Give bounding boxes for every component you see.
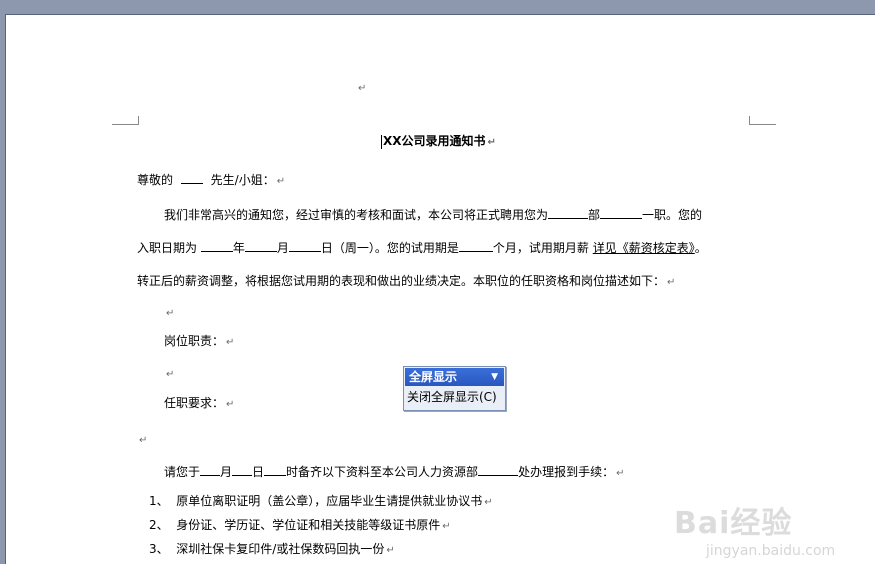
fullscreen-toolbar-title[interactable]: 全屏显示 ▼ [405,368,504,386]
close-fullscreen-button[interactable]: 关闭全屏显示(C) [404,388,505,406]
chevron-down-icon[interactable]: ▼ [491,368,498,386]
list-item[interactable]: 2、 身份证、学历证、学位证和相关技能等级证书原件 ↵ [149,517,451,535]
instruction-line[interactable]: 请您于月日时备齐以下资料至本公司人力资源部 处办理报到手续： ↵ [164,463,624,482]
margin-corner-left [112,116,139,125]
margin-corner-right [749,116,776,125]
empty-paragraph: ↵ [166,308,175,319]
salary-table-link[interactable]: 详见《薪资核定表》 [593,241,695,255]
requirements-label[interactable]: 任职要求： ↵ [164,395,234,413]
document-page: ↵ XX公司录用通知书 ↵ 尊敬的 先生/小姐： ↵ 我们非常高兴的通知您，经过审慎… [5,14,875,564]
document-title[interactable]: XX公司录用通知书 ↵ [381,133,496,151]
list-item[interactable]: 1、 原单位离职证明（盖公章），应届毕业生请提供就业协议书 ↵ [149,493,493,511]
list-item[interactable]: 3、 深圳社保卡复印件/或社保数码回执一份 ↵ [149,541,395,559]
greeting-line[interactable]: 尊敬的 先生/小姐： ↵ [137,171,285,190]
duties-label[interactable]: 岗位职责： ↵ [164,333,234,351]
baidu-watermark-url: jingyan.baidu.com [706,543,836,559]
body-line-3[interactable]: 转正后的薪资调整，将根据您试用期的表现和做出的业绩决定。本职位的任职资格和岗位描… [137,273,675,291]
fullscreen-toolbar[interactable]: 全屏显示 ▼ 关闭全屏显示(C) [403,366,506,411]
text-cursor [381,134,382,149]
empty-paragraph: ↵ [358,83,367,94]
baidu-watermark: Bai经验 [674,506,793,541]
empty-paragraph: ↵ [139,435,148,446]
empty-paragraph: ↵ [166,369,175,380]
body-line-2[interactable]: 入职日期为 年月日（周一）。您的试用期是 个月，试用期月薪 详见《薪资核定表》。 [137,239,707,256]
body-line-1[interactable]: 我们非常高兴的通知您，经过审慎的考核和面试，本公司将正式聘用您为部一职。您的 [164,206,702,223]
